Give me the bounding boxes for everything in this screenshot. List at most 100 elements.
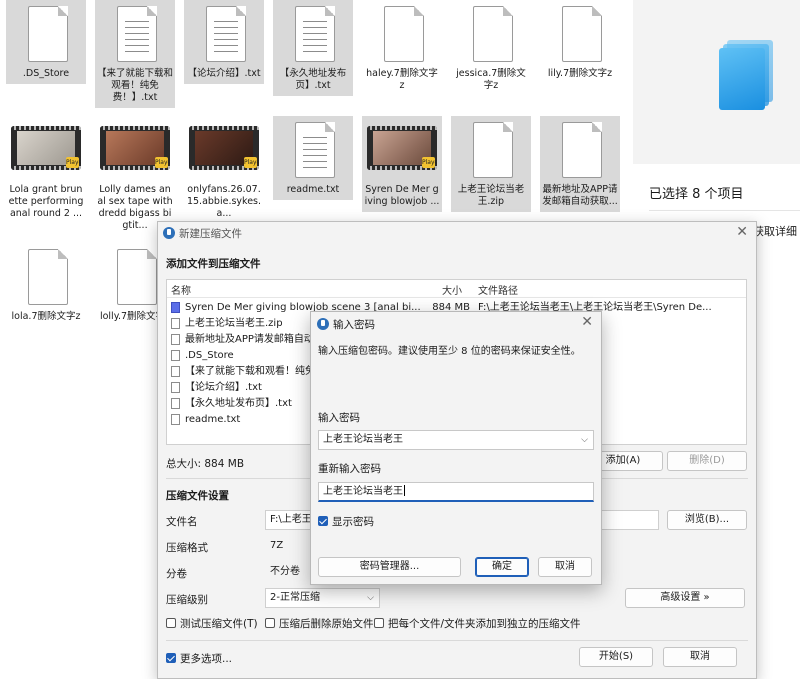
reenter-password-value: 上老王论坛当老王 [323,486,403,497]
close-icon[interactable]: ✕ [581,314,593,330]
document-icon [554,6,606,66]
password-field[interactable]: 上老王论坛当老王 ⌵ [318,430,594,450]
file-icon [171,414,180,425]
delete-button[interactable]: 删除(D) [667,451,747,471]
more-options-checkbox[interactable] [166,653,176,663]
file-icon [171,350,180,361]
test-archive-checkbox[interactable] [166,618,176,628]
video-thumbnail-icon: Player [189,122,259,182]
dialog-titlebar: 新建压缩文件 ✕ [158,222,756,244]
document-icon [376,6,428,66]
password-value: 上老王论坛当老王 [323,434,403,445]
total-size: 总大小: 884 MB [166,458,245,470]
section-add-files: 添加文件到压缩文件 [166,258,261,270]
password-dialog-title: 输入密码 [333,319,375,331]
document-icon [465,122,517,182]
cancel-button[interactable]: 取消 [663,647,737,667]
video-thumbnail-icon: Player [367,122,437,182]
text-caret [404,485,405,496]
level-label: 压缩级别 [166,594,208,606]
show-password-label: 显示密码 [332,516,374,528]
document-icon [198,6,250,66]
file-name: 上老王论坛当老王.zip [457,184,525,207]
file-name: 【来了就能下载和观看！纯免费！】.txt [97,68,174,103]
multi-file-icon [719,48,765,110]
divider [649,210,800,211]
file-name: jessica.7删除文字z [456,68,526,91]
start-button[interactable]: 开始(S) [579,647,653,667]
file-name: .DS_Store [22,68,70,79]
close-icon[interactable]: ✕ [736,224,748,240]
file-tile[interactable]: Player Lola grant brunette performing ana… [6,116,86,224]
document-icon [465,6,517,66]
file-name: 最新地址及APP请发邮箱自动获取... [542,184,618,207]
separate-archives-checkbox[interactable] [374,618,384,628]
file-name-cell: 【永久地址发布页】.txt [185,398,292,409]
volume-value: 不分卷 [270,566,300,577]
chevron-down-icon: ⌵ [367,593,374,603]
enter-password-label: 输入密码 [318,412,360,424]
file-tile[interactable]: .DS_Store [6,0,86,84]
player-badge-icon: Player [155,157,170,168]
document-icon [287,122,339,182]
level-select[interactable]: 2-正常压缩 ⌵ [265,588,380,608]
video-thumbnail-icon: Player [100,122,170,182]
level-value: 2-正常压缩 [270,592,320,603]
file-tile[interactable]: lily.7删除文字z [540,0,620,84]
file-name: readme.txt [286,184,340,195]
file-tile[interactable]: 【来了就能下载和观看！纯免费！】.txt [95,0,175,108]
file-tile[interactable]: lola.7删除文字z [6,243,86,327]
file-tile[interactable]: 【永久地址发布页】.txt [273,0,353,96]
delete-after-checkbox[interactable] [265,618,275,628]
file-name: 【论坛介绍】.txt [187,68,261,79]
file-tile[interactable]: 【论坛介绍】.txt [184,0,264,84]
file-tile[interactable]: Player Syren De Mer giving blowjob ... [362,116,442,212]
file-tile[interactable]: PlayerLolly dames anal sex tape with dre… [95,116,175,236]
file-tile[interactable]: 最新地址及APP请发邮箱自动获取... [540,116,620,212]
file-name-cell: 最新地址及APP请发邮箱自动获 [185,334,324,345]
document-icon [554,122,606,182]
file-tile[interactable]: jessica.7删除文字z [451,0,531,96]
file-tile[interactable]: 上老王论坛当老王.zip [451,116,531,212]
ok-button[interactable]: 确定 [475,557,529,577]
document-icon [109,249,161,309]
file-tile[interactable]: readme.txt [273,116,353,200]
password-dialog: 输入密码 ✕ 输入压缩包密码。建议使用至少 8 位的密码来保证安全性。 输入密码… [310,311,602,585]
file-name-cell: .DS_Store [185,350,234,361]
chevron-down-icon[interactable]: ⌵ [581,431,588,449]
show-password-checkbox[interactable] [318,516,328,526]
file-name-cell: 上老王论坛当老王.zip [185,318,283,329]
file-icon [171,382,180,393]
dialog-title: 新建压缩文件 [179,228,242,240]
file-icon [171,334,180,345]
details-link[interactable]: 获取详细 [753,223,797,239]
password-cancel-button[interactable]: 取消 [538,557,592,577]
player-badge-icon: Player [244,157,259,168]
browse-button[interactable]: 浏览(B)... [667,510,747,530]
file-tile[interactable]: Player onlyfans.26.07.15.abbie.sykes.a... [184,116,264,224]
header-rule [167,297,746,298]
selected-count: 已选择 8 个项目 [649,187,744,202]
file-name: onlyfans.26.07.15.abbie.sykes.a... [186,184,262,219]
document-icon [287,6,339,66]
col-name[interactable]: 名称 [171,282,191,297]
file-name: Lola grant brunette performing anal roun… [8,184,84,219]
file-icon [171,318,180,329]
reenter-password-field[interactable]: 上老王论坛当老王 [318,482,594,502]
advanced-settings-button[interactable]: 高级设置 » [625,588,745,608]
file-tile[interactable]: haley.7删除文字z [362,0,442,96]
file-name: Syren De Mer giving blowjob ... [364,184,440,207]
file-name: 【永久地址发布页】.txt [279,68,347,91]
col-size[interactable]: 大小 [442,282,462,297]
col-path[interactable]: 文件路径 [478,282,518,297]
format-label: 压缩格式 [166,542,208,554]
separate-archives-label: 把每个文件/文件夹添加到独立的压缩文件 [388,618,581,630]
preview-area [633,0,800,164]
format-value: 7Z [270,540,284,551]
more-options-label[interactable]: 更多选项... [180,651,232,666]
app-icon [317,318,329,330]
file-icon [171,366,180,377]
password-manager-button[interactable]: 密码管理器... [318,557,461,577]
reenter-password-label: 重新输入密码 [318,463,381,475]
password-hint: 输入压缩包密码。建议使用至少 8 位的密码来保证安全性。 [318,346,581,357]
